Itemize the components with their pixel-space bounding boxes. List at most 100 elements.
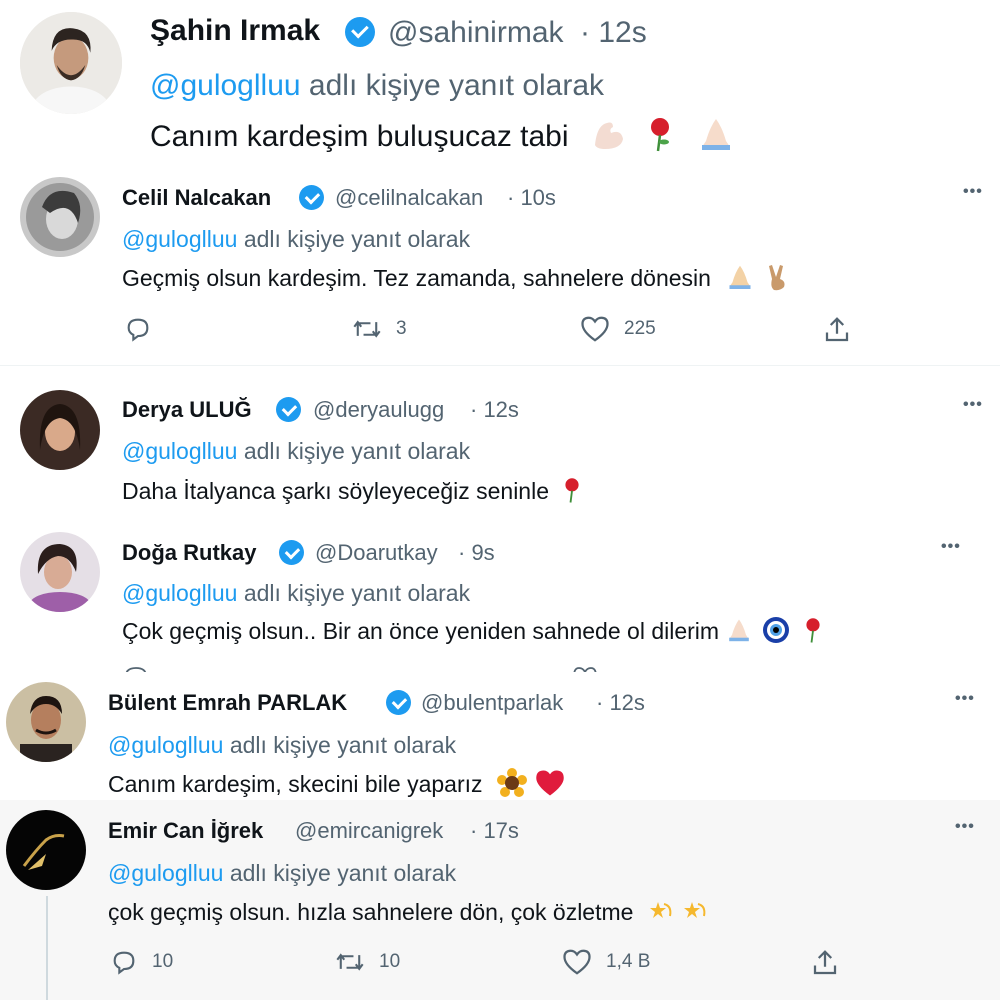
- tweet-bulent-emrah-parlak[interactable]: Bülent Emrah PARLAK @bulentparlak · 12s …: [0, 672, 1000, 800]
- tweet-sahin-irmak[interactable]: Şahin Irmak @sahinirmak · 12s @guloglluu…: [0, 0, 1000, 165]
- mention-link[interactable]: @guloglluu: [122, 226, 237, 252]
- reply-button[interactable]: [124, 315, 166, 343]
- avatar-image: [6, 810, 86, 890]
- tweet-derya-ulug[interactable]: Derya ULUĞ @deryaulugg · 12s ••• @gulogl…: [0, 380, 1000, 522]
- reply-context-label: adlı kişiye yanıt olarak: [243, 226, 471, 252]
- reply-context-label: adlı kişiye yanıt olarak: [243, 580, 471, 606]
- retweet-icon: [336, 953, 364, 971]
- display-name[interactable]: Şahin Irmak: [150, 14, 320, 48]
- tweet-text-body: Çok geçmiş olsun.. Bir an önce yeniden s…: [122, 618, 720, 645]
- verified-badge-icon: [279, 540, 304, 565]
- timestamp[interactable]: · 9s: [458, 540, 495, 566]
- like-button[interactable]: 225: [580, 315, 656, 343]
- user-handle[interactable]: @sahinirmak: [388, 16, 564, 50]
- tweet-doga-rutkay[interactable]: Doğa Rutkay @Doarutkay · 9s ••• @gulogll…: [0, 522, 978, 672]
- tweet-text-body: çok geçmiş olsun. hızla sahnelere dön, ç…: [108, 899, 634, 926]
- tweet-text-body: Daha İtalyanca şarkı söyleyeceğiz seninl…: [122, 478, 550, 505]
- avatar[interactable]: [20, 177, 100, 257]
- share-icon: [825, 317, 849, 342]
- timestamp[interactable]: · 17s: [470, 818, 519, 844]
- reply-context: @guloglluu adlı kişiye yanıt olarak: [122, 226, 470, 253]
- reply-context-label: adlı kişiye yanıt olarak: [243, 438, 471, 464]
- tweet-text: çok geçmiş olsun. hızla sahnelere dön, ç…: [108, 898, 708, 930]
- mention-link[interactable]: @guloglluu: [108, 732, 223, 758]
- avatar-image: [20, 390, 100, 470]
- reply-context: @guloglluu adlı kişiye yanıt olarak: [150, 69, 604, 103]
- reply-count: 10: [152, 951, 174, 972]
- dizzy-star-emoji: [680, 898, 708, 930]
- thread-connector-line: [46, 896, 48, 1000]
- user-handle[interactable]: @celilnalcakan: [335, 185, 483, 211]
- reply-icon: [127, 318, 149, 342]
- reply-context-label: adlı kişiye yanıt olarak: [229, 732, 457, 758]
- like-count: 225: [624, 318, 656, 339]
- retweet-count: 10: [379, 951, 401, 972]
- display-name[interactable]: Celil Nalcakan: [122, 185, 271, 211]
- tweet-celil-nalcakan[interactable]: Celil Nalcakan @celilnalcakan · 10s ••• …: [0, 165, 1000, 366]
- share-icon: [813, 950, 837, 975]
- user-handle[interactable]: @bulentparlak: [421, 690, 563, 716]
- tweet-text-body: Canım kardeşim buluşucaz tabi: [150, 119, 569, 153]
- timestamp[interactable]: · 12s: [470, 397, 519, 423]
- tweet-text: Çok geçmiş olsun.. Bir an önce yeniden s…: [122, 616, 824, 650]
- tweet-emir-can-igrek[interactable]: Emir Can İğrek @emircanigrek · 17s ••• @…: [0, 800, 1000, 1000]
- timestamp[interactable]: · 12s: [580, 16, 647, 50]
- dizzy-star-emoji: [646, 898, 674, 930]
- sunflower-emoji: [496, 768, 527, 800]
- display-name[interactable]: Emir Can İğrek: [108, 818, 263, 844]
- reply-button[interactable]: 10: [110, 948, 173, 976]
- reply-context-label: adlı kişiye yanıt olarak: [229, 860, 457, 886]
- display-name[interactable]: Derya ULUĞ: [122, 397, 252, 423]
- mention-link[interactable]: @guloglluu: [108, 860, 223, 886]
- nazar-amulet-emoji: [762, 616, 790, 650]
- avatar[interactable]: [6, 682, 86, 762]
- reply-context: @guloglluu adlı kişiye yanıt olarak: [122, 438, 470, 465]
- user-handle[interactable]: @Doarutkay: [315, 540, 438, 566]
- rose-emoji: [802, 616, 824, 650]
- retweet-count: 3: [396, 318, 407, 339]
- tweet-text-body: Geçmiş olsun kardeşim. Tez zamanda, sahn…: [122, 265, 711, 292]
- avatar-image: [20, 177, 100, 257]
- mention-link[interactable]: @guloglluu: [150, 69, 301, 102]
- avatar[interactable]: [20, 12, 122, 114]
- more-options-icon[interactable]: •••: [963, 396, 983, 414]
- user-handle[interactable]: @emircanigrek: [295, 818, 443, 844]
- avatar[interactable]: [6, 810, 86, 890]
- red-heart-emoji: [535, 769, 565, 800]
- tweet-text: Daha İtalyanca şarkı söyleyeceğiz seninl…: [122, 476, 583, 510]
- timestamp[interactable]: · 12s: [596, 690, 645, 716]
- more-options-icon[interactable]: •••: [955, 818, 975, 836]
- like-count: 1,4 B: [606, 951, 651, 972]
- mention-link[interactable]: @guloglluu: [122, 438, 237, 464]
- tweet-text: Geçmiş olsun kardeşim. Tez zamanda, sahn…: [122, 263, 790, 297]
- avatar-image: [6, 682, 86, 762]
- heart-icon: [581, 316, 609, 342]
- folded-hands-emoji: [725, 617, 753, 649]
- avatar-image: [20, 12, 122, 114]
- avatar[interactable]: [20, 390, 100, 470]
- user-handle[interactable]: @deryaulugg: [313, 397, 444, 423]
- reply-context: @guloglluu adlı kişiye yanıt olarak: [122, 580, 470, 607]
- tweet-text: Canım kardeşim buluşucaz tabi: [150, 116, 736, 160]
- more-options-icon[interactable]: •••: [963, 183, 983, 201]
- display-name[interactable]: Bülent Emrah PARLAK: [108, 690, 347, 716]
- avatar[interactable]: [20, 532, 100, 612]
- rose-emoji: [645, 116, 675, 160]
- display-name[interactable]: Doğa Rutkay: [122, 540, 256, 566]
- rose-emoji: [561, 476, 583, 510]
- mention-link[interactable]: @guloglluu: [122, 580, 237, 606]
- tweet-text-body: Canım kardeşim, skecini bile yaparız: [108, 771, 483, 798]
- more-options-icon[interactable]: •••: [955, 690, 975, 708]
- timestamp[interactable]: · 10s: [507, 185, 556, 211]
- share-button[interactable]: [810, 948, 840, 978]
- retweet-button[interactable]: 10: [335, 948, 400, 976]
- verified-badge-icon: [386, 690, 411, 715]
- retweet-button[interactable]: 3: [352, 315, 407, 343]
- retweet-icon: [353, 320, 381, 338]
- more-options-icon[interactable]: •••: [941, 538, 961, 556]
- share-button[interactable]: [822, 315, 852, 345]
- like-button[interactable]: 1,4 B: [562, 948, 650, 976]
- reply-icon: [113, 951, 135, 975]
- avatar-image: [20, 532, 100, 612]
- verified-badge-icon: [276, 397, 301, 422]
